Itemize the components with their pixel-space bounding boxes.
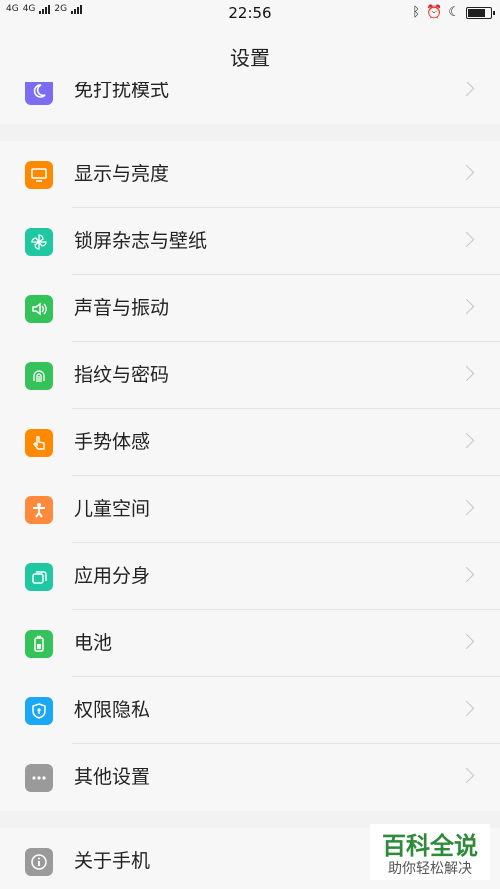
row-label: 权限隐私 xyxy=(74,699,151,721)
app-clone-icon xyxy=(25,563,53,591)
bluetooth-icon: ᛒ xyxy=(412,5,421,20)
chevron-right-icon xyxy=(458,499,475,516)
chevron-right-icon xyxy=(458,432,475,449)
row-label: 电池 xyxy=(74,632,113,654)
header: 设置 xyxy=(0,28,500,82)
row-label: 锁屏杂志与壁纸 xyxy=(74,230,208,252)
chevron-right-icon xyxy=(458,365,475,382)
speaker-icon xyxy=(25,295,53,323)
battery-icon xyxy=(25,630,53,658)
moon-icon: ☾ xyxy=(448,5,460,20)
row-label: 关于手机 xyxy=(74,850,151,872)
row-child[interactable]: 儿童空间 xyxy=(0,476,500,543)
row-more-dots[interactable]: 其他设置 xyxy=(0,744,500,811)
status-bar: 4G 4G 2G 22:56 ᛒ ⏰ ☾ xyxy=(0,0,500,28)
battery-level xyxy=(468,8,485,17)
row-shield[interactable]: 权限隐私 xyxy=(0,677,500,744)
row-label: 显示与亮度 xyxy=(74,163,170,185)
status-icons: ᛒ ⏰ ☾ xyxy=(412,5,495,20)
row-hand-gesture[interactable]: 手势体感 xyxy=(0,409,500,476)
battery-status-icon xyxy=(466,6,495,19)
row-label: 其他设置 xyxy=(74,766,151,788)
chevron-right-icon xyxy=(458,82,475,97)
hand-gesture-icon xyxy=(25,429,53,457)
chevron-right-icon xyxy=(458,164,475,181)
moon-icon xyxy=(25,82,53,105)
page-title: 设置 xyxy=(230,46,270,70)
shield-icon xyxy=(25,697,53,725)
chevron-right-icon xyxy=(458,566,475,583)
row-label: 手势体感 xyxy=(74,431,151,453)
chevron-right-icon xyxy=(458,231,475,248)
row-speaker[interactable]: 声音与振动 xyxy=(0,275,500,342)
row-label: 应用分身 xyxy=(74,565,151,587)
row-monitor[interactable]: 显示与亮度 xyxy=(0,141,500,208)
fingerprint-icon xyxy=(25,362,53,390)
row-label: 指纹与密码 xyxy=(74,364,170,386)
row-fingerprint[interactable]: 指纹与密码 xyxy=(0,342,500,409)
more-dots-icon xyxy=(25,764,53,792)
row-battery[interactable]: 电池 xyxy=(0,610,500,677)
row-pinwheel[interactable]: 锁屏杂志与壁纸 xyxy=(0,208,500,275)
settings-group-dnd: 免打扰模式 xyxy=(0,82,500,124)
pinwheel-icon xyxy=(25,228,53,256)
row-do-not-disturb[interactable]: 免打扰模式 xyxy=(0,82,500,124)
info-icon xyxy=(25,848,53,876)
monitor-icon xyxy=(25,161,53,189)
chevron-right-icon xyxy=(458,767,475,784)
watermark-logo: 百科全说 助你轻松解决 xyxy=(370,824,490,880)
alarm-icon: ⏰ xyxy=(426,5,443,20)
watermark-main: 百科全说 xyxy=(382,832,478,860)
child-icon xyxy=(25,496,53,524)
row-label: 免打扰模式 xyxy=(74,82,170,101)
row-label: 声音与振动 xyxy=(74,297,170,319)
chevron-right-icon xyxy=(458,700,475,717)
settings-group-main: 显示与亮度锁屏杂志与壁纸 声音与振动指纹与密码手势体感儿童空间应用分身电池权限隐私… xyxy=(0,141,500,811)
chevron-right-icon xyxy=(458,633,475,650)
row-label: 儿童空间 xyxy=(74,498,151,520)
row-app-clone[interactable]: 应用分身 xyxy=(0,543,500,610)
chevron-right-icon xyxy=(458,298,475,315)
watermark-sub: 助你轻松解决 xyxy=(388,861,472,877)
